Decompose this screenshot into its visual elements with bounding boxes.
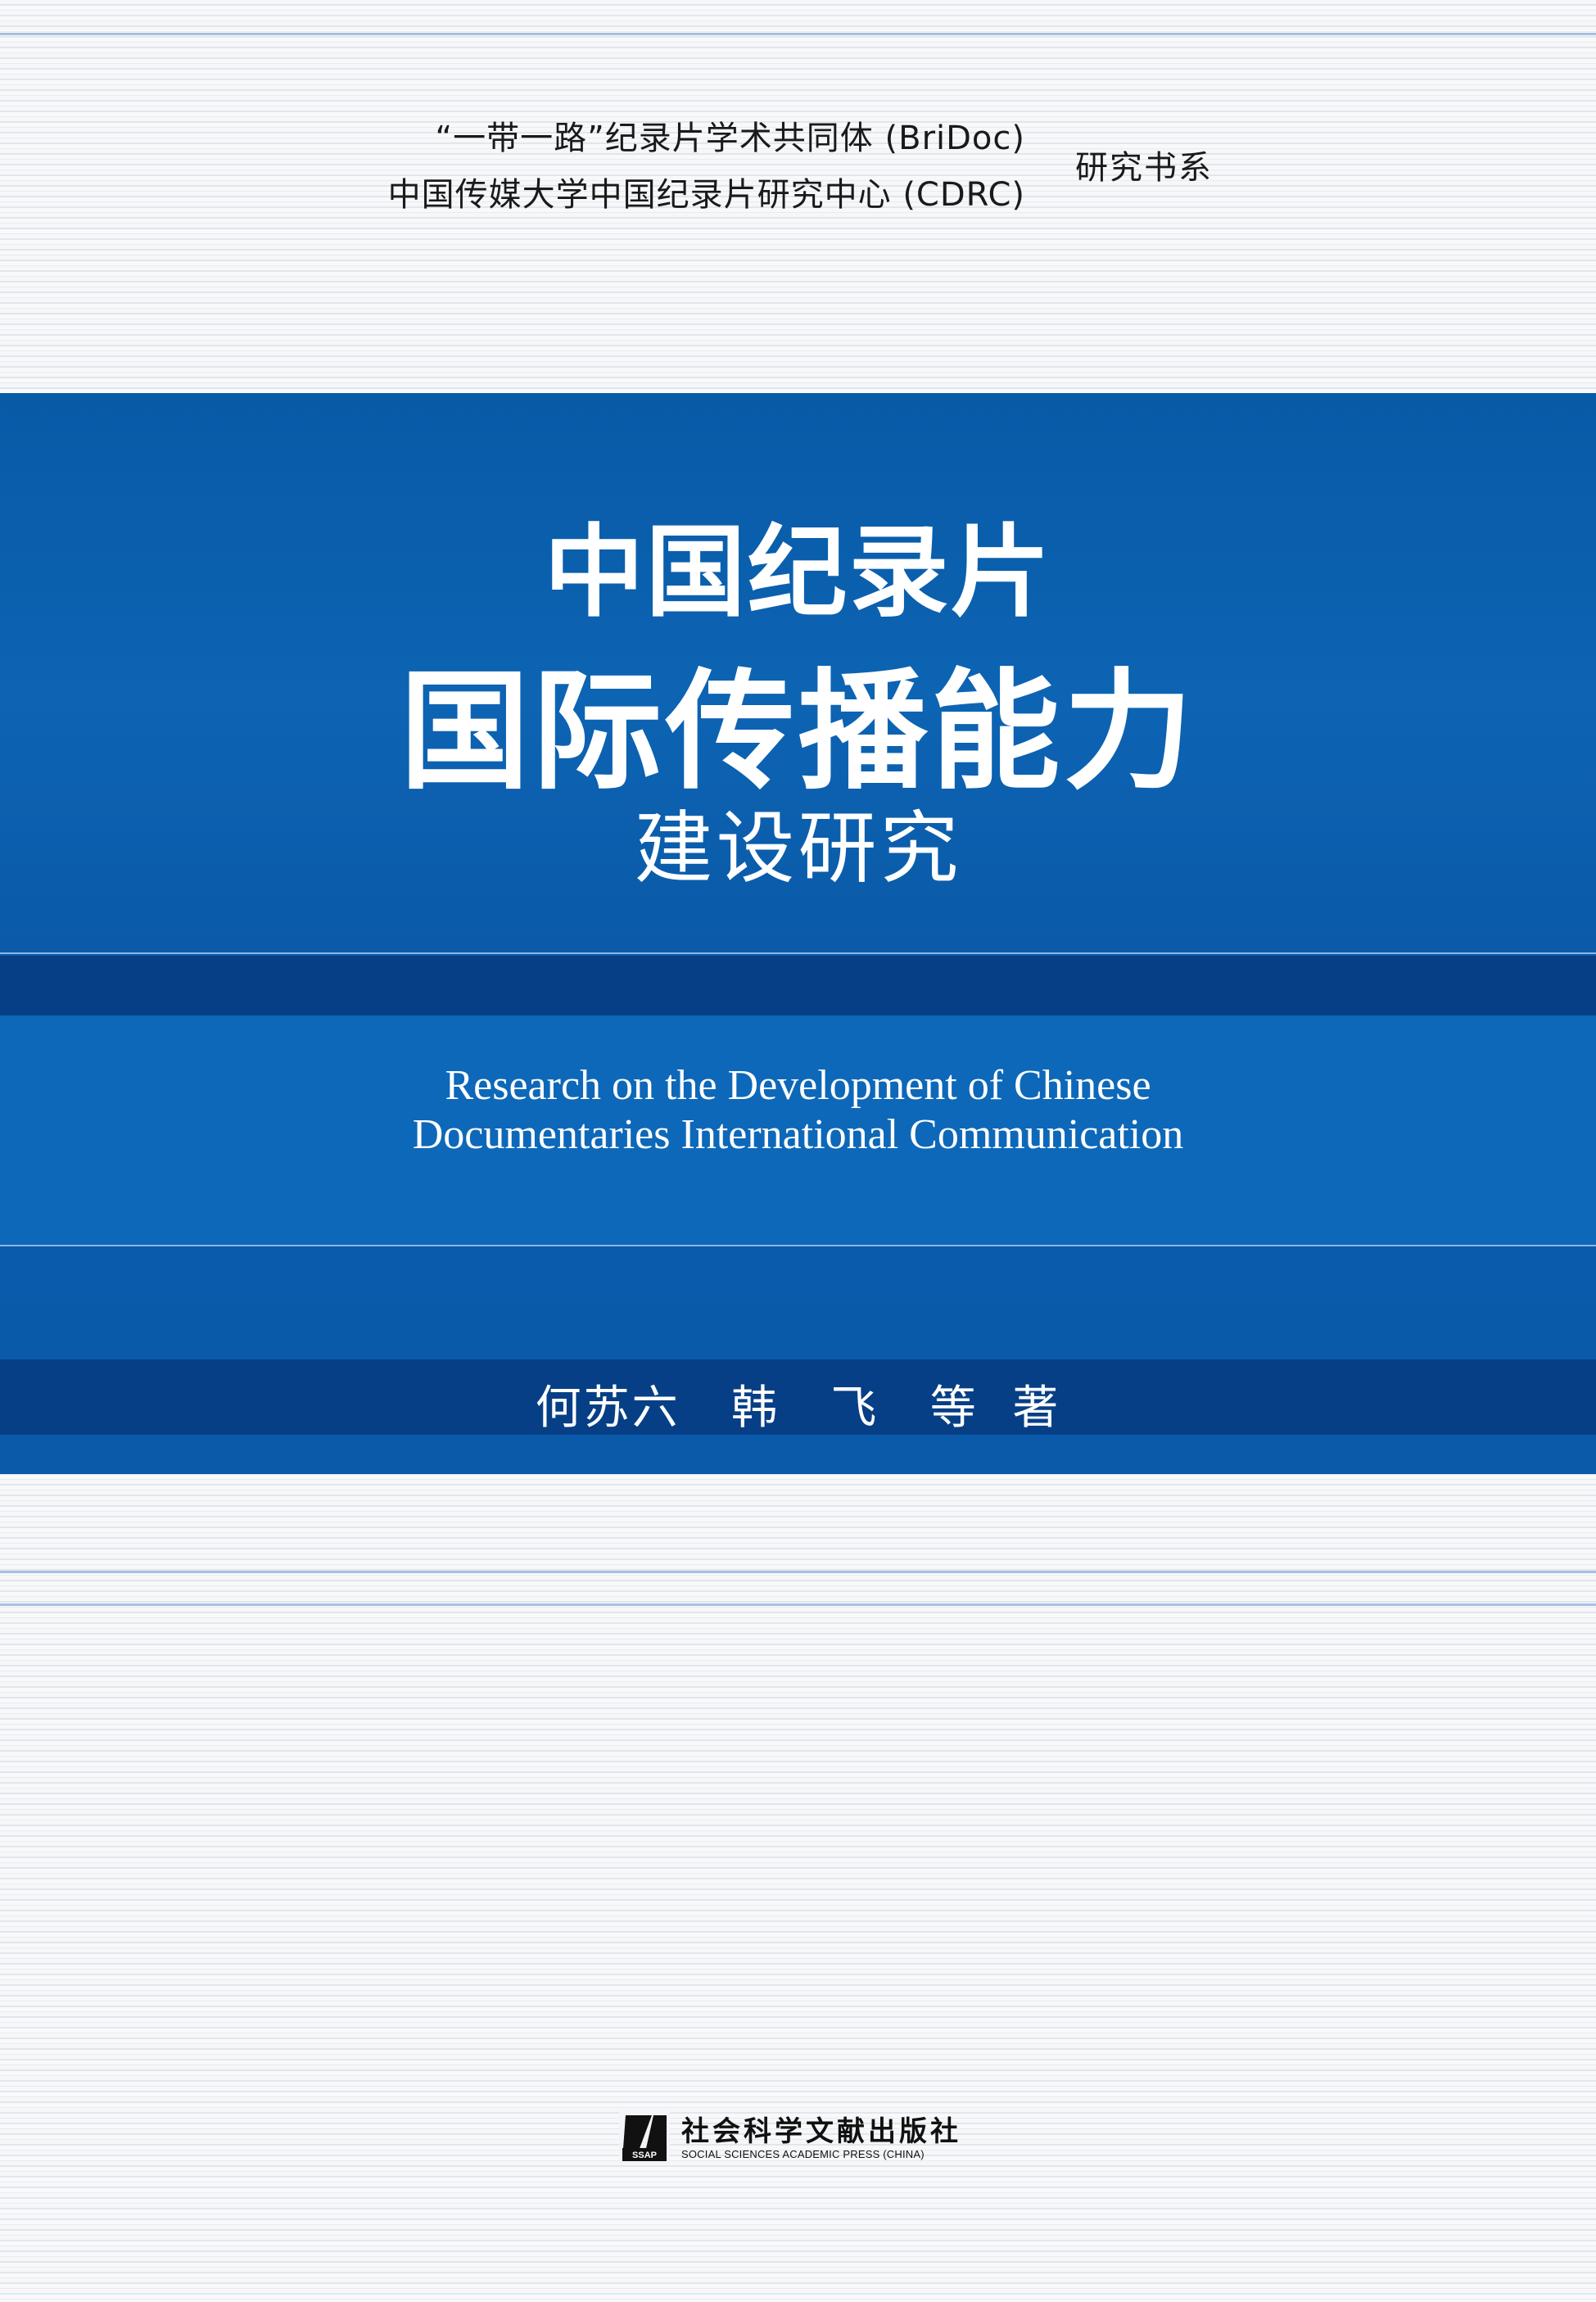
series-line-cdrc: 中国传媒大学中国纪录片研究中心 (CDRC) — [387, 176, 1025, 214]
authors: 何苏六 韩 飞 等 著 — [535, 1382, 1061, 1435]
lower-accent-line-2 — [0, 1603, 1596, 1606]
ssap-logo-icon: SSAP — [619, 2110, 670, 2164]
author-bar: 何苏六 韩 飞 等 著 — [0, 1359, 1596, 1435]
lower-accent-line-1 — [0, 1571, 1596, 1573]
publisher-name-cn: 社会科学文献出版社 — [681, 2115, 961, 2148]
title-line-3: 建设研究 — [634, 803, 962, 894]
series-header: “一带一路”纪录片学术共同体 (BriDoc) 中国传媒大学中国纪录片研究中心 … — [0, 106, 1596, 229]
publisher-name-en: SOCIAL SCIENCES ACADEMIC PRESS (CHINA) — [681, 2148, 925, 2160]
logo-text: SSAP — [632, 2150, 657, 2160]
top-accent-line — [0, 33, 1596, 35]
cover-blue-band: 中国纪录片 国际传播能力 建设研究 Research on the Develo… — [0, 393, 1596, 1474]
series-suffix: 研究书系 — [1075, 149, 1213, 187]
english-divider-rule — [0, 1245, 1596, 1246]
english-title-line-2: Documentaries International Communicatio… — [412, 1111, 1184, 1158]
title-block: 中国纪录片 国际传播能力 建设研究 — [0, 393, 1596, 950]
title-divider-rule — [0, 952, 1596, 954]
english-title-block: Research on the Development of Chinese D… — [0, 1015, 1596, 1245]
publisher-block: SSAP 社会科学文献出版社 SOCIAL SCIENCES ACADEMIC … — [619, 2110, 979, 2168]
title-dark-stripe — [0, 956, 1596, 1015]
english-title-line-1: Research on the Development of Chinese — [445, 1062, 1151, 1109]
title-line-1: 中国纪录片 — [544, 513, 1052, 631]
series-line-bridoc: “一带一路”纪录片学术共同体 (BriDoc) — [435, 120, 1025, 157]
